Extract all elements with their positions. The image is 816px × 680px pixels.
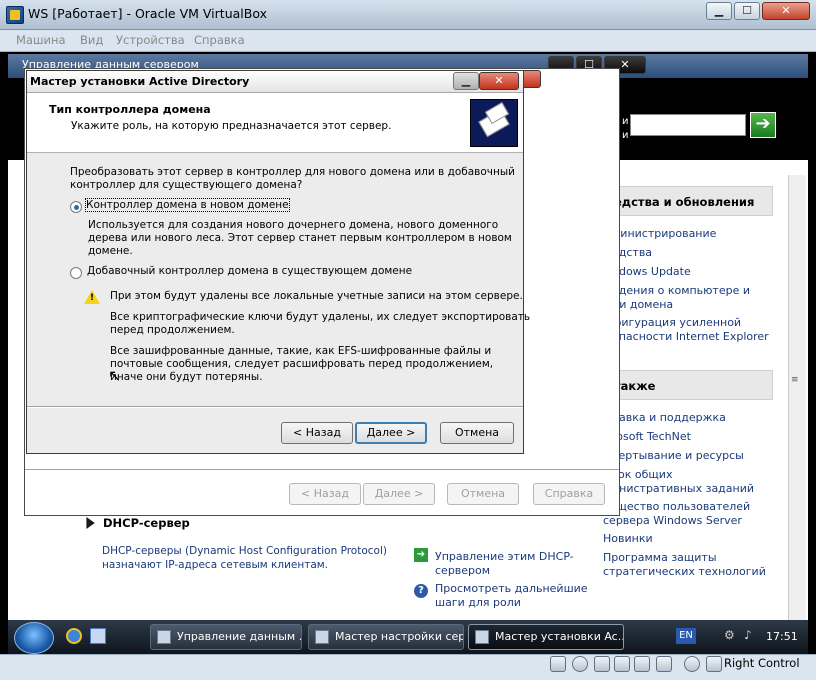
- ad-wizard-banner-icon: [470, 99, 518, 147]
- option-new-domain-radio[interactable]: [70, 201, 82, 213]
- ad-wizard-header: Тип контроллера домена Укажите роль, на …: [27, 93, 523, 153]
- tools-link-computer-info[interactable]: едения о компьютере и ни домена: [612, 284, 750, 312]
- scroll-grip-icon: ≡: [791, 375, 799, 385]
- see-also-header-label: также: [614, 379, 656, 393]
- question-text: Преобразовать этот сервер в контроллер д…: [70, 166, 515, 191]
- search-input[interactable]: [630, 114, 746, 136]
- dhcp-next-steps-link[interactable]: Просмотреть дальнейшие шаги для роли: [435, 582, 588, 610]
- dialog-minimize-button[interactable]: ▁: [453, 72, 479, 90]
- dhcp-manage-link[interactable]: Управление этим DHCP- сервером: [435, 550, 574, 578]
- ad-wizard-title: Мастер установки Active Directory: [30, 75, 250, 88]
- warning-encrypted-data: Все зашифрованные данные, такие, как EFS…: [110, 345, 494, 383]
- taskbar-item-configure-wizard-label: Мастер настройки сер...: [335, 630, 464, 643]
- go-arrow-icon[interactable]: ➔: [750, 112, 776, 138]
- back-button[interactable]: < Назад: [281, 422, 353, 444]
- menu-machine[interactable]: Машина: [16, 33, 66, 47]
- option-additional-dc-label[interactable]: Добавочный контроллер домена в существую…: [87, 265, 412, 277]
- virtualbox-app-icon: [6, 6, 24, 24]
- clock[interactable]: 17:51: [766, 630, 798, 643]
- header-title: Тип контроллера домена: [49, 103, 211, 116]
- option-new-domain-label[interactable]: Контроллер домена в новом домене: [85, 198, 290, 212]
- minimize-button[interactable]: ▁: [706, 2, 732, 20]
- next-button[interactable]: Далее >: [355, 422, 427, 444]
- help-question-icon: ?: [414, 584, 428, 598]
- shared-folders-icon[interactable]: [634, 656, 650, 672]
- start-button[interactable]: [14, 622, 54, 654]
- tools-link-ie-security[interactable]: фигурация усиленной опасности Internet E…: [612, 316, 769, 344]
- wizard-back-separator: [25, 469, 619, 471]
- language-indicator[interactable]: EN: [676, 628, 696, 644]
- dhcp-title: DHCP-сервер: [103, 516, 190, 530]
- manage-arrow-icon: ➔: [414, 548, 428, 562]
- tools-link-admin[interactable]: министрирование: [612, 227, 716, 241]
- menu-devices[interactable]: Устройства: [116, 33, 185, 47]
- ie-quicklaunch-icon[interactable]: [66, 628, 82, 644]
- network-tray-icon[interactable]: ⚙: [724, 628, 740, 642]
- see-also-link-community[interactable]: общество пользователей сервера Windows S…: [603, 500, 750, 528]
- optical-drive-icon[interactable]: [572, 656, 588, 672]
- see-also-link-news[interactable]: Новинки: [603, 532, 653, 546]
- maximize-button[interactable]: ☐: [734, 2, 760, 20]
- tools-link-windows-update[interactable]: ndows Update: [612, 265, 691, 279]
- wizard-back-back-button[interactable]: < Назад: [289, 483, 361, 505]
- dialog-separator: [27, 406, 523, 408]
- server-scrollbar[interactable]: ≡: [788, 175, 806, 620]
- wizard-back-cancel-button[interactable]: Отмена: [447, 483, 519, 505]
- usb-status-icon[interactable]: [594, 656, 610, 672]
- warning-crypto-keys: Все криптографические ключи будут удален…: [110, 311, 531, 336]
- virtualbox-titlebar: WS [Работает] - Oracle VM VirtualBox ▁ ☐…: [0, 0, 816, 30]
- host-key-label: Right Control: [724, 656, 800, 670]
- header-subtitle: Укажите роль, на которую предназначается…: [71, 120, 392, 132]
- taskbar-item-ad-wizard[interactable]: Мастер установки Ac...: [468, 624, 624, 650]
- taskbar-item-configure-wizard[interactable]: Мастер настройки сер...: [308, 624, 464, 650]
- see-also-link-strategic[interactable]: Программа защиты стратегических технолог…: [603, 551, 766, 579]
- virtualbox-menubar: Машина Вид Устройства Справка: [0, 30, 816, 52]
- see-also-link-admin-tasks[interactable]: сок общих инистративных заданий: [612, 468, 754, 496]
- explorer-quicklaunch-icon[interactable]: [90, 628, 106, 644]
- close-button[interactable]: ✕: [762, 2, 810, 20]
- volume-tray-icon[interactable]: ♪: [744, 628, 758, 642]
- taskbar-item-server-manager-label: Управление данным ...: [177, 630, 302, 643]
- dialog-close-button[interactable]: ✕: [479, 72, 519, 90]
- hdd-status-icon[interactable]: [550, 656, 566, 672]
- window-title: WS [Работает] - Oracle VM VirtualBox: [28, 6, 267, 21]
- server-manager-task-icon: [157, 630, 171, 644]
- wizard-back-next-button[interactable]: Далее >: [363, 483, 435, 505]
- warning-local-accounts: При этом будут удалены все локальные уче…: [110, 290, 523, 302]
- option-new-domain-description: Используется для создания нового дочерне…: [88, 219, 512, 257]
- wizard-back-help-button[interactable]: Справка: [533, 483, 605, 505]
- taskbar-item-ad-wizard-label: Мастер установки Ac...: [495, 630, 624, 643]
- host-key-icon[interactable]: [706, 656, 722, 672]
- network-status-icon[interactable]: [614, 656, 630, 672]
- option-additional-dc-radio[interactable]: [70, 267, 82, 279]
- configure-wizard-task-icon: [315, 630, 329, 644]
- display-status-icon[interactable]: [656, 656, 672, 672]
- ad-wizard-titlebar: Мастер установки Active Directory ▁ ✕: [27, 71, 523, 93]
- tools-header-label: едства и обновления: [614, 195, 755, 209]
- see-also-link-deploy[interactable]: вертывание и ресурсы: [612, 449, 744, 463]
- menu-view[interactable]: Вид: [80, 33, 103, 47]
- see-also-link-technet[interactable]: rosoft TechNet: [612, 430, 691, 444]
- ad-wizard-task-icon: [475, 630, 489, 644]
- taskbar-item-server-manager[interactable]: Управление данным ...: [150, 624, 302, 650]
- see-also-link-help[interactable]: равка и поддержка: [612, 411, 726, 425]
- mouse-cursor-icon: ↖: [108, 366, 122, 385]
- virtualization-status-icon[interactable]: [684, 656, 700, 672]
- cancel-button[interactable]: Отмена: [440, 422, 514, 444]
- dhcp-description: DHCP-серверы (Dynamic Host Configuration…: [102, 545, 387, 571]
- menu-help[interactable]: Справка: [194, 33, 245, 47]
